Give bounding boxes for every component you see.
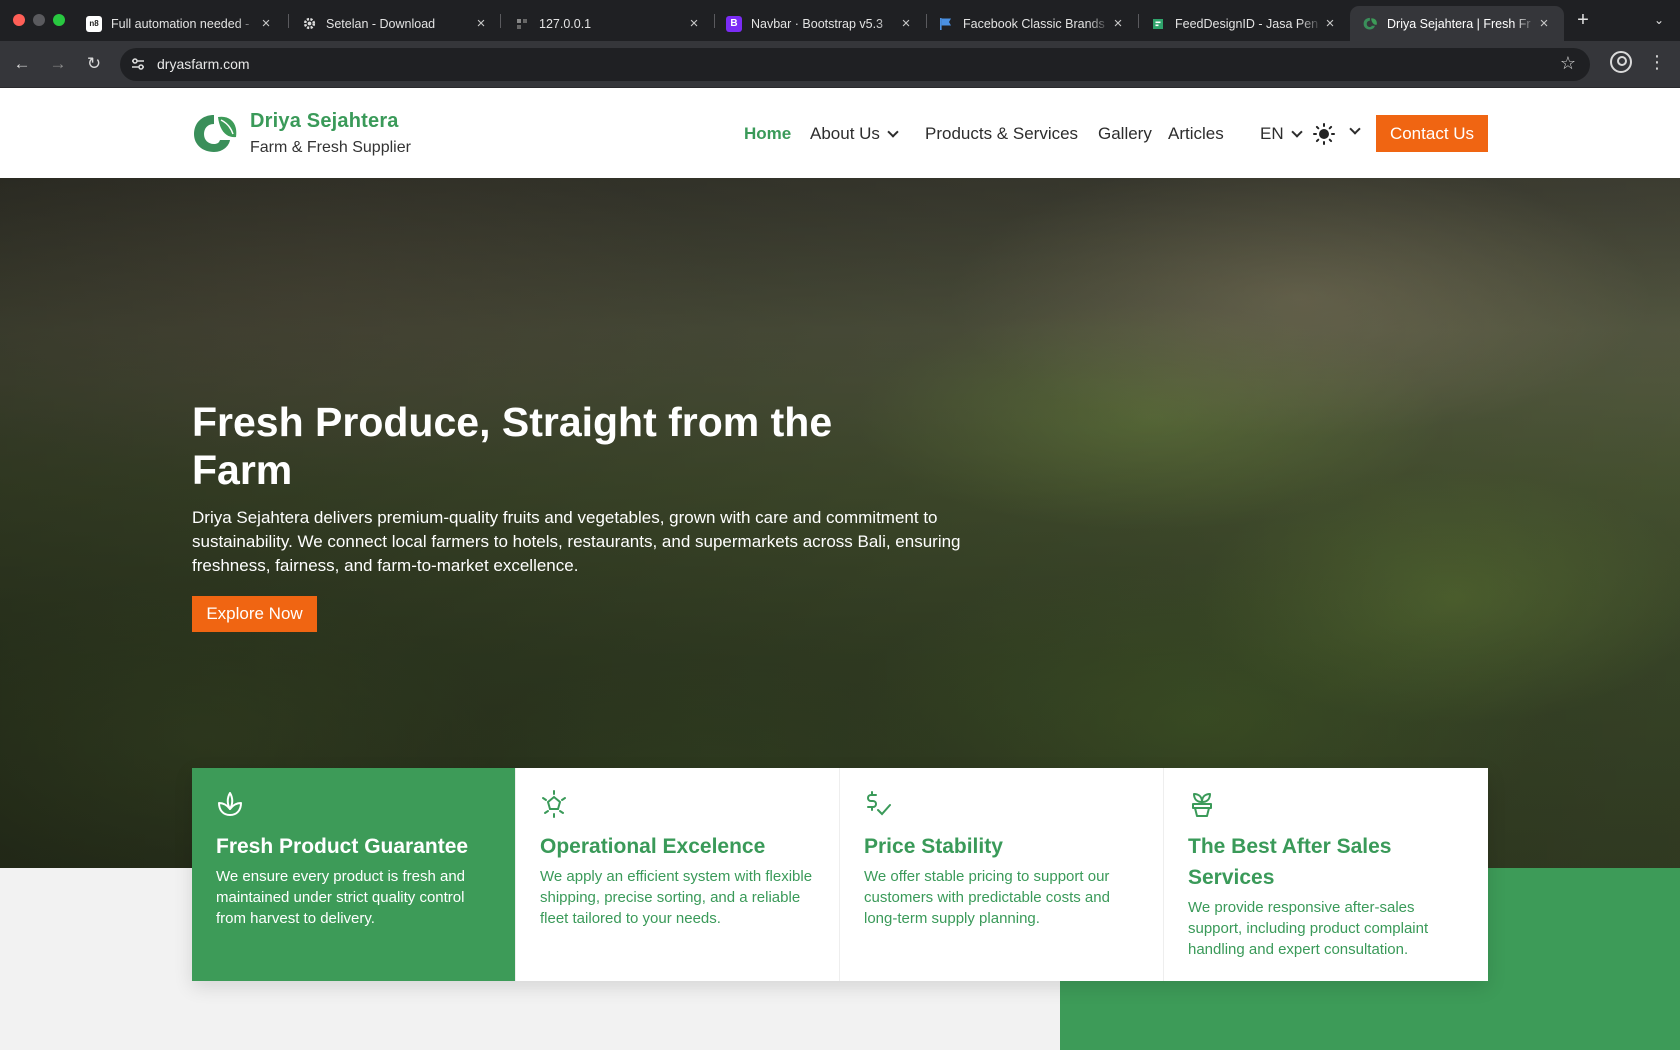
sprout-pot-icon — [1192, 793, 1212, 817]
hero-description: Driya Sejahtera delivers premium-quality… — [192, 508, 961, 575]
browser-tab[interactable]: FeedDesignID - Jasa Pen × — [1138, 6, 1350, 41]
tab-title: Full automation needed - — [111, 16, 250, 31]
tab-close-icon[interactable]: × — [898, 15, 914, 32]
sun-icon[interactable] — [1313, 123, 1335, 145]
chevron-down-icon — [1290, 125, 1303, 138]
contact-us-button[interactable]: Contact Us — [1376, 115, 1488, 152]
feature-card-fresh-product[interactable]: Fresh Product Guarantee We ensure every … — [192, 768, 516, 981]
url-text[interactable]: dryasfarm.com — [157, 56, 250, 72]
tab-close-icon[interactable]: × — [1322, 15, 1338, 32]
language-selector[interactable]: EN — [1260, 124, 1303, 144]
feature-title: Fresh Product Guarantee — [216, 835, 469, 858]
chevron-down-icon — [887, 125, 899, 138]
nav-articles[interactable]: Articles — [1168, 124, 1224, 144]
window-maximize-button[interactable] — [53, 14, 65, 26]
gear-icon — [301, 16, 317, 32]
driya-logo-icon[interactable] — [192, 111, 240, 155]
profile-icon[interactable] — [1610, 51, 1632, 73]
hero-title: Fresh Produce, Straight from the Farm — [192, 399, 833, 493]
tab-close-icon[interactable]: × — [473, 15, 489, 32]
browser-tab[interactable]: Facebook Classic Brands × — [926, 6, 1138, 41]
hero-section: Fresh Produce, Straight from the Farm Dr… — [0, 178, 1680, 868]
browser-tab-active[interactable]: Driya Sejahtera | Fresh Fr × — [1350, 6, 1564, 41]
tab-title: Setelan - Download — [326, 16, 436, 31]
feature-description: We apply an efficient system with flexib… — [540, 868, 813, 927]
localhost-icon — [514, 16, 530, 32]
browser-tab[interactable]: n8 Full automation needed - × — [74, 6, 286, 41]
flag-icon — [938, 16, 954, 32]
bookmark-star-icon[interactable]: ☆ — [1560, 53, 1576, 74]
feature-title: Price Stability — [864, 835, 1003, 858]
feeddesign-icon — [1150, 16, 1166, 32]
feature-description: We offer stable pricing to support our c… — [864, 868, 1110, 927]
nav-about-us-label: About Us — [810, 124, 880, 143]
tab-title: 127.0.0.1 — [539, 16, 592, 31]
dollar-check-icon — [866, 791, 891, 816]
n8n-icon: n8 — [86, 15, 102, 32]
nav-about-us[interactable]: About Us — [810, 124, 899, 144]
feature-card-after-sales[interactable]: The Best After Sales Services We provide… — [1164, 768, 1488, 981]
browser-toolbar: ← → ↻ dryasfarm.com ☆ ⋮ — [0, 41, 1680, 88]
nav-gallery[interactable]: Gallery — [1098, 124, 1152, 144]
browser-tab[interactable]: B Navbar · Bootstrap v5.3 × — [714, 6, 926, 41]
more-menu-icon[interactable]: ⋮ — [1648, 50, 1666, 74]
forward-arrow-icon[interactable]: → — [45, 51, 71, 77]
bootstrap-icon: B — [726, 15, 742, 32]
tab-divider — [500, 14, 501, 28]
feature-title: Operational Excelence — [540, 835, 766, 858]
feature-card-operational[interactable]: Operational Excelence We apply an effici… — [516, 768, 840, 981]
sparkle-icon — [542, 790, 566, 818]
feature-description: We provide responsive after-sales suppor… — [1188, 899, 1429, 958]
tab-title: Driya Sejahtera | Fresh Fr — [1387, 16, 1531, 31]
address-bar[interactable]: dryasfarm.com ☆ — [120, 48, 1590, 81]
language-label: EN — [1260, 124, 1284, 143]
site-settings-icon[interactable] — [130, 56, 146, 72]
browser-tab[interactable]: 127.0.0.1 × — [502, 6, 714, 41]
window-close-button[interactable] — [13, 14, 25, 26]
tab-close-icon[interactable]: × — [1536, 15, 1552, 32]
leaf-icon — [218, 792, 242, 816]
site-navbar: Driya Sejahtera Farm & Fresh Supplier Ho… — [0, 88, 1680, 178]
feature-description: We ensure every product is fresh and mai… — [216, 868, 466, 927]
features-row: Fresh Product Guarantee We ensure every … — [192, 768, 1488, 981]
tab-search-chevron-icon[interactable]: ⌄ — [1645, 6, 1673, 34]
web-page: Driya Sejahtera Farm & Fresh Supplier Ho… — [0, 88, 1680, 1050]
tab-close-icon[interactable]: × — [258, 15, 274, 32]
tab-close-icon[interactable]: × — [1110, 15, 1126, 32]
tab-close-icon[interactable]: × — [686, 15, 702, 32]
tab-title: FeedDesignID - Jasa Pen — [1175, 16, 1319, 31]
brand-tagline: Farm & Fresh Supplier — [250, 139, 411, 156]
tab-title: Facebook Classic Brands — [963, 16, 1105, 31]
reload-icon[interactable]: ↻ — [81, 51, 107, 77]
brand-name[interactable]: Driya Sejahtera — [250, 110, 399, 133]
nav-products-services[interactable]: Products & Services — [925, 124, 1078, 144]
theme-chevron-down-icon[interactable] — [1349, 123, 1361, 135]
browser-tab[interactable]: Setelan - Download × — [289, 6, 501, 41]
nav-home[interactable]: Home — [744, 124, 791, 144]
new-tab-icon[interactable]: + — [1569, 6, 1597, 34]
feature-card-price[interactable]: Price Stability We offer stable pricing … — [840, 768, 1164, 981]
explore-now-button[interactable]: Explore Now — [192, 596, 317, 632]
back-arrow-icon[interactable]: ← — [9, 51, 35, 77]
tab-title: Navbar · Bootstrap v5.3 — [751, 16, 884, 31]
driya-logo-icon — [1362, 16, 1378, 32]
window-minimize-button[interactable] — [33, 14, 45, 26]
browser-tab-bar: n8 Full automation needed - × Setelan - … — [0, 0, 1680, 41]
feature-title: The Best After Sales Services — [1188, 835, 1392, 889]
